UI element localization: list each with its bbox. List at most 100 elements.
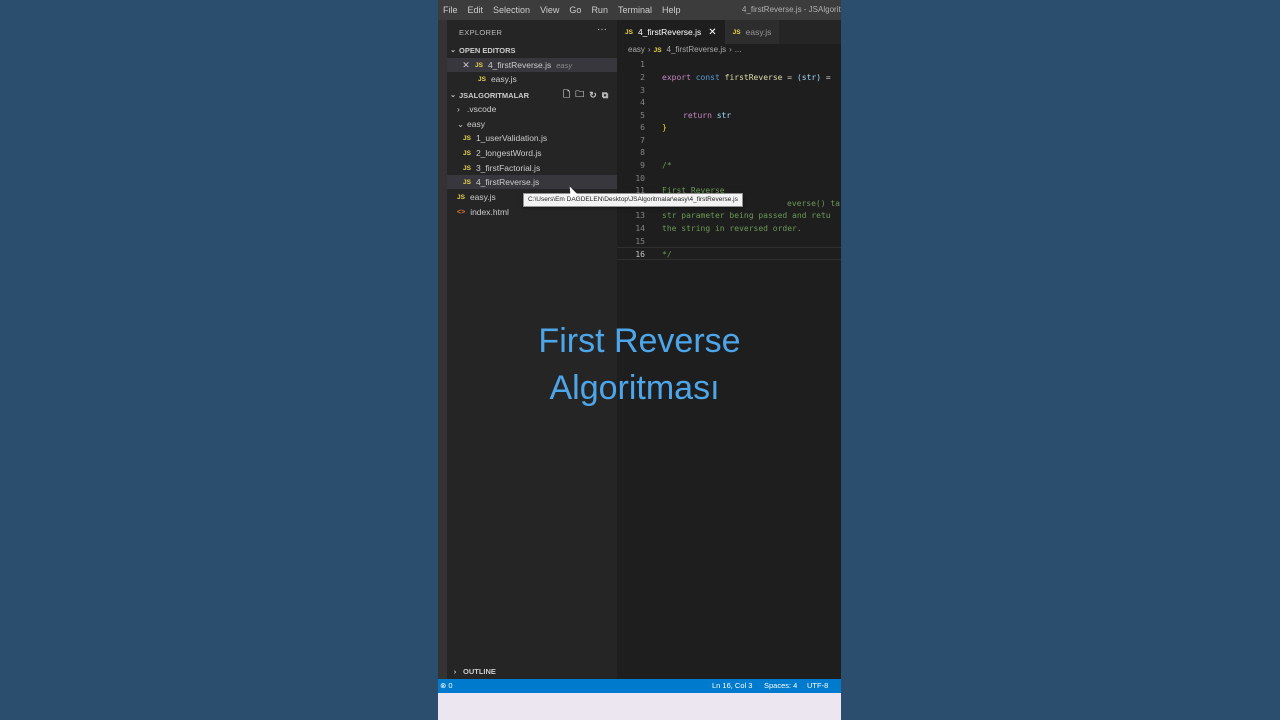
code-text: str parameter being passed and retu (662, 211, 831, 220)
code-text: /* (662, 161, 672, 170)
code-line-current: 16 */ (617, 247, 841, 260)
js-file-icon: JS (463, 164, 471, 172)
bottom-bar (438, 693, 841, 720)
tree-file[interactable]: <> index.html (447, 205, 617, 219)
explorer-title: EXPLORER (459, 28, 503, 37)
open-editor-name: easy.js (490, 74, 517, 84)
line-number: 14 (635, 224, 645, 233)
code-text: export const firstReverse = (str) = (662, 73, 831, 82)
chevron-right-icon: › (647, 45, 651, 54)
workspace-label: JSALGORITMALAR (459, 90, 529, 100)
file-path-tooltip: C:\Users\Em DAGDELEN\Desktop\JSAlgoritma… (523, 193, 743, 207)
code-text: */ (662, 250, 672, 259)
js-file-icon: JS (463, 134, 471, 142)
window-title: 4_firstReverse.js - JSAlgoritm (742, 5, 841, 14)
video-frame: File Edit Selection View Go Run Terminal… (438, 0, 841, 720)
more-actions-icon[interactable]: ··· (597, 24, 607, 35)
indentation[interactable]: Spaces: 4 (764, 681, 797, 690)
breadcrumb: easy › JS 4_firstReverse.js ›... (628, 45, 741, 54)
open-editor-name: 4_firstReverse.js (487, 60, 552, 70)
errors-indicator[interactable]: ⊗ 0 (440, 681, 453, 690)
close-icon[interactable]: ✕ (460, 60, 472, 71)
background-left (0, 0, 438, 720)
tab-4-firstreverse[interactable]: JS 4_firstReverse.js ✕ (617, 20, 725, 44)
line-number: 6 (640, 123, 645, 132)
menu-terminal[interactable]: Terminal (618, 5, 652, 15)
menu-help[interactable]: Help (662, 5, 681, 15)
menu-bar: File Edit Selection View Go Run Terminal… (438, 0, 841, 20)
open-editor-folder: easy (556, 60, 573, 70)
tab-label: 4_firstReverse.js (637, 27, 702, 37)
open-editor-item[interactable]: ✕ JS 4_firstReverse.js easy (447, 58, 617, 72)
tab-label: easy.js (745, 27, 772, 37)
js-file-icon: JS (478, 75, 486, 83)
menu-edit[interactable]: Edit (468, 5, 484, 15)
tab-easy[interactable]: JS easy.js (724, 20, 780, 44)
chevron-right-icon: › (453, 667, 457, 676)
tree-file[interactable]: JS 2_longestWord.js (447, 146, 617, 160)
open-editors-section[interactable]: ⌄ OPEN EDITORS (447, 43, 617, 57)
line-number: 9 (640, 161, 645, 170)
open-editors-label: OPEN EDITORS (459, 45, 516, 55)
breadcrumb-file[interactable]: 4_firstReverse.js (667, 45, 727, 54)
encoding[interactable]: UTF-8 (807, 681, 828, 690)
chevron-down-icon: ⌄ (450, 47, 456, 54)
menu-view[interactable]: View (540, 5, 559, 15)
code-line: 6 } (617, 121, 841, 134)
tree-file[interactable]: JS 3_firstFactorial.js (447, 161, 617, 175)
breadcrumb-folder[interactable]: easy (628, 45, 645, 54)
menu-go[interactable]: Go (569, 5, 581, 15)
outline-section[interactable]: › OUTLINE (447, 664, 617, 679)
code-line: 13 str parameter being passed and retu (617, 209, 841, 222)
tree-item-label: 1_userValidation.js (475, 133, 548, 143)
line-number: 8 (640, 148, 645, 157)
js-file-icon: JS (457, 193, 465, 201)
tree-item-label: .vscode (467, 104, 497, 114)
code-line: 2 export const firstReverse = (str) = (617, 71, 841, 84)
tree-item-label: 3_firstFactorial.js (475, 163, 541, 173)
code-line: 4 (617, 96, 841, 109)
new-folder-icon[interactable]: 🗀 (575, 87, 584, 103)
overlay-title-line2: Algoritması (549, 369, 720, 407)
line-number: 16 (635, 250, 645, 259)
outline-label: OUTLINE (463, 667, 496, 676)
js-file-icon: JS (475, 61, 483, 69)
code-line: 8 (617, 146, 841, 159)
refresh-icon[interactable]: ↻ (589, 90, 597, 101)
collapse-all-icon[interactable]: ⧉ (602, 90, 608, 101)
code-text: the string in reversed order. (662, 224, 802, 233)
status-bar: ⊗ 0 Ln 16, Col 3 Spaces: 4 UTF-8 (438, 679, 841, 693)
tree-file[interactable]: JS 1_userValidation.js (447, 131, 617, 145)
breadcrumb-symbol[interactable]: ... (735, 45, 742, 54)
code-editor[interactable]: 1 2 export const firstReverse = (str) = … (617, 57, 841, 679)
menu-selection[interactable]: Selection (493, 5, 530, 15)
tree-item-label: index.html (470, 207, 509, 217)
menu-file[interactable]: File (443, 5, 458, 15)
cursor-position[interactable]: Ln 16, Col 3 (712, 681, 752, 690)
new-file-icon[interactable]: 🗋 (563, 87, 570, 103)
tree-folder-easy[interactable]: ⌄ easy (447, 117, 617, 131)
js-file-icon: JS (463, 178, 471, 186)
js-file-icon: JS (732, 28, 741, 36)
chevron-down-icon: ⌄ (457, 118, 465, 129)
js-file-icon: JS (653, 47, 662, 54)
background-right (841, 0, 1280, 720)
chevron-down-icon: ⌄ (450, 92, 456, 99)
tree-folder-vscode[interactable]: › .vscode (447, 102, 617, 116)
js-file-icon: JS (463, 149, 471, 157)
html-file-icon: <> (457, 208, 466, 216)
code-line: 9 /* (617, 159, 841, 172)
overlay-title-line1: First Reverse (538, 322, 741, 360)
menu-run[interactable]: Run (591, 5, 608, 15)
tree-item-label: easy.js (469, 192, 496, 202)
editor-tabs: JS 4_firstReverse.js ✕ JS easy.js (617, 20, 841, 44)
open-editor-item[interactable]: JS easy.js (447, 72, 617, 86)
tree-item-label: 4_firstReverse.js (475, 177, 540, 187)
code-text: } (662, 123, 667, 132)
close-tab-icon[interactable]: ✕ (708, 27, 716, 38)
chevron-right-icon: › (457, 104, 460, 114)
workspace-section[interactable]: ⌄ JSALGORITMALAR 🗋 🗀 ↻ ⧉ (447, 88, 617, 102)
tree-item-label: 2_longestWord.js (475, 148, 542, 158)
tree-file-selected[interactable]: JS 4_firstReverse.js (447, 175, 617, 189)
line-number: 2 (640, 73, 645, 82)
